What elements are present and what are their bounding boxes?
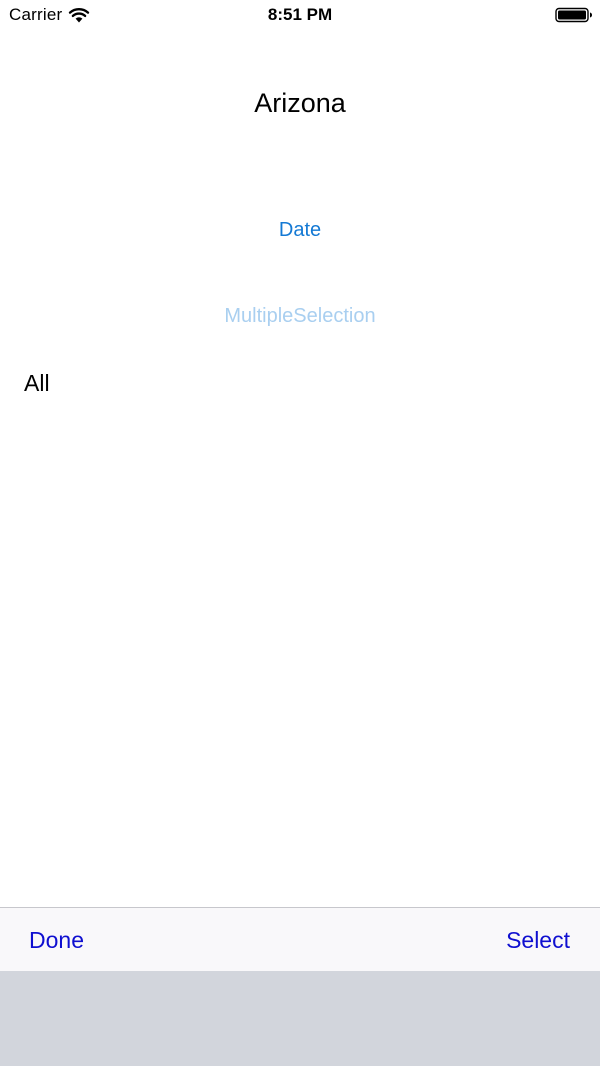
multiple-selection-button[interactable]: MultipleSelection (180, 300, 420, 332)
date-button[interactable]: Date (250, 214, 350, 246)
picker-area[interactable] (0, 971, 600, 1066)
select-button[interactable]: Select (506, 924, 570, 956)
battery-icon (555, 7, 592, 23)
selection-value-label: All (24, 370, 50, 396)
done-button[interactable]: Done (29, 924, 84, 956)
status-time: 8:51 PM (267, 5, 333, 24)
page-title: Arizona (254, 88, 346, 118)
status-bar: Carrier 8:51 PM (0, 0, 600, 32)
picker-toolbar: Done Select (0, 907, 600, 971)
